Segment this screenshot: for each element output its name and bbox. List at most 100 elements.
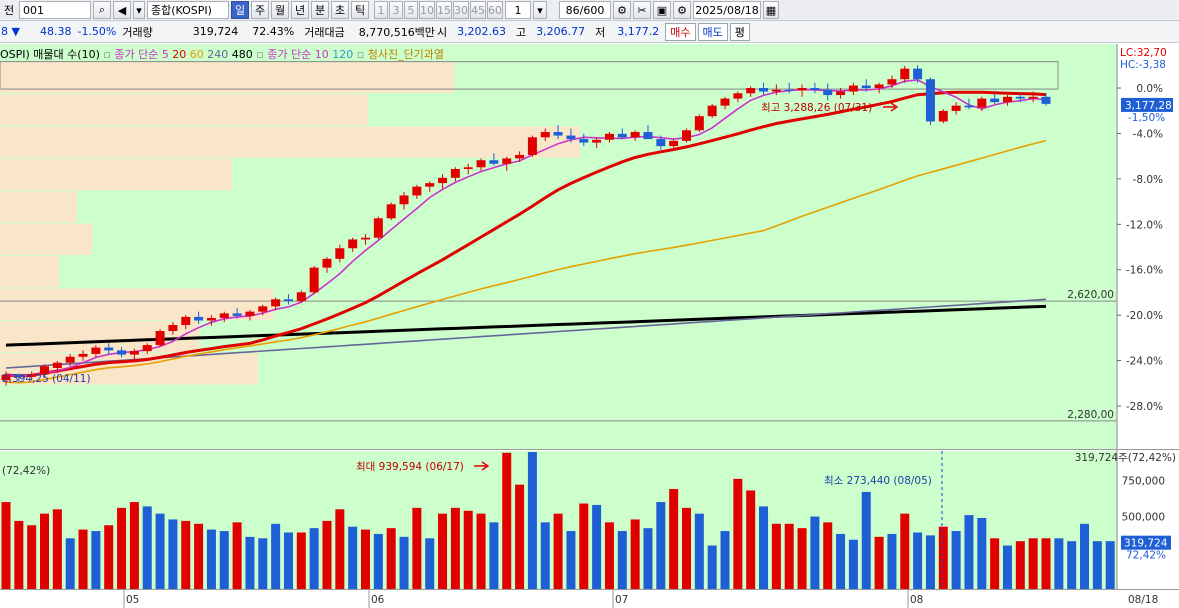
legend-sep-1: ▫ — [103, 48, 115, 61]
volume-profile-bin — [0, 288, 274, 320]
candle-body — [836, 91, 846, 96]
volume-bar — [219, 531, 229, 589]
annotation-min: 최소 273,440 (08/05) — [824, 475, 932, 487]
candle-body — [296, 292, 306, 302]
volume-bar — [759, 506, 769, 589]
candle-body — [412, 186, 422, 196]
volume-bar — [27, 525, 37, 589]
candle-body — [463, 167, 473, 170]
candle-body — [759, 88, 769, 92]
candle-body — [438, 177, 448, 184]
volume-bar — [399, 536, 409, 589]
volume-bar — [604, 522, 614, 589]
volume-bar — [489, 522, 499, 589]
volume-bar — [91, 531, 101, 589]
x-tick-label: 05 — [126, 594, 139, 606]
volume-bar — [1002, 545, 1012, 589]
volume-bar — [990, 538, 1000, 589]
candle-body — [1041, 96, 1051, 104]
volume-bar — [142, 506, 152, 589]
candle-body — [604, 133, 614, 140]
price-level-label: 2,620,00 — [1067, 289, 1114, 301]
candle-body — [592, 139, 602, 143]
candle-body — [117, 350, 127, 355]
volume-bar — [245, 536, 255, 589]
volume-bar — [1067, 541, 1077, 589]
candle-body — [925, 79, 935, 122]
volume-bar — [527, 452, 537, 589]
indicator-legend: OSPI) 매물대 수(10) ▫ 종가 단순 5 20 60 240 480 … — [0, 46, 444, 62]
volume-profile-bin — [0, 61, 455, 94]
volume-bar — [181, 520, 191, 589]
volume-bar — [579, 503, 589, 589]
volume-bar — [476, 513, 486, 589]
y-tick-label: -16.0% — [1126, 265, 1163, 277]
current-volume-pct: 72,42% — [1126, 550, 1166, 562]
legend-sep-2: ▫ — [256, 48, 268, 61]
volume-bar — [1092, 541, 1102, 589]
volume-profile-bin — [0, 126, 580, 158]
volume-bar — [592, 504, 602, 589]
candle-body — [1002, 96, 1012, 103]
candle-body — [720, 98, 730, 106]
volume-bar — [874, 536, 884, 589]
volume-bar — [296, 532, 306, 589]
price-volume-chart[interactable]: 2,620,00 2,280,00 0.0% -4.0% -8.0% -12.0% -16… — [0, 0, 1179, 608]
volume-bar — [1028, 538, 1038, 589]
volume-bar — [733, 478, 743, 589]
candle-body — [232, 313, 242, 316]
candle-body — [425, 183, 435, 187]
y-tick-label: -24.0% — [1126, 356, 1163, 368]
volume-bar — [900, 513, 910, 589]
candle-body — [322, 258, 332, 268]
candle-body — [540, 132, 550, 138]
candle-body — [476, 160, 486, 168]
candle-body — [502, 158, 512, 164]
volume-bar — [566, 531, 576, 589]
candle-body — [271, 299, 281, 307]
candle-body — [643, 132, 653, 140]
volume-profile-bin — [0, 256, 59, 288]
candle-body — [579, 139, 589, 143]
volume-bar — [335, 509, 345, 589]
candle-body — [977, 98, 987, 108]
candle-body — [900, 68, 910, 80]
volume-bar — [438, 513, 448, 589]
ma-period-240: 240 — [203, 48, 229, 61]
annotation-high: 최고 3,288,26 (07/31) — [761, 102, 872, 114]
volume-bar — [348, 526, 358, 589]
candle-body — [848, 85, 858, 92]
volume-bar — [669, 489, 679, 589]
volume-bar — [694, 513, 704, 589]
volume-bar — [502, 452, 512, 589]
volume-bar — [861, 491, 871, 589]
candle-body — [874, 84, 884, 89]
vma-period-10: 10 — [314, 48, 329, 61]
candle-body — [65, 356, 75, 363]
candle-body — [245, 311, 255, 316]
candle-body — [746, 88, 756, 94]
volume-tick-label: 750,000 — [1122, 475, 1165, 487]
volume-bar — [656, 502, 666, 589]
volume-bar — [913, 532, 923, 589]
volume-bar — [117, 507, 127, 589]
candle-body — [733, 93, 743, 99]
candle-body — [91, 347, 101, 354]
volume-bar — [194, 523, 204, 589]
candle-body — [707, 105, 717, 117]
y-tick-label: -4.0% — [1133, 128, 1163, 140]
candle-body — [1028, 96, 1038, 99]
volume-bar — [373, 533, 383, 589]
candle-body — [797, 88, 807, 91]
candle-body — [810, 88, 820, 90]
price-level-label: 2,280,00 — [1067, 409, 1114, 421]
candle-body — [669, 140, 679, 147]
volume-profile-bin — [0, 158, 233, 191]
ma-period-20: 20 — [168, 48, 187, 61]
legend-sep-3: ▫ — [356, 48, 368, 61]
candle-body — [913, 68, 923, 80]
volume-bar — [450, 507, 460, 589]
ma-period-60: 60 — [186, 48, 204, 61]
volume-bar — [1015, 541, 1025, 589]
lc-label: LC:32,70 — [1120, 47, 1167, 59]
